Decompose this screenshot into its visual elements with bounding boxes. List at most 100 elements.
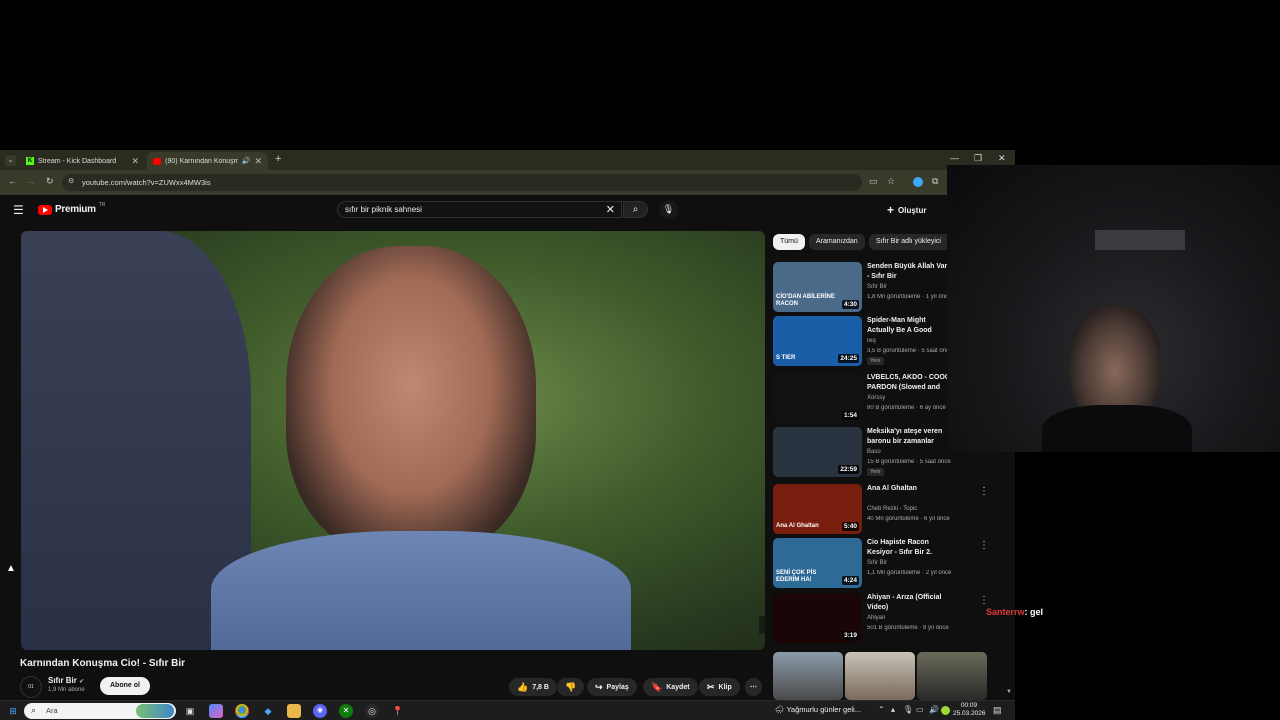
tab-kick[interactable]: K Stream - Kick Dashboard ✕ <box>20 152 145 170</box>
chip-all[interactable]: Tümü <box>773 234 805 250</box>
channel-name[interactable]: Cheb Rezki - Topic <box>867 506 917 512</box>
speaker-icon[interactable]: 🔊 <box>242 157 251 165</box>
subscribe-button[interactable]: Abone ol <box>100 677 150 695</box>
video-thumbnail[interactable]: CİO'DAN ABİLERİNE RACON 4:30 <box>773 262 862 312</box>
chrome-icon[interactable] <box>235 704 249 718</box>
microphone-icon[interactable]: 🎙 <box>659 200 678 219</box>
channel-name[interactable]: Sıfır Bir <box>867 284 887 290</box>
cast-icon[interactable]: ▭ <box>869 176 878 187</box>
video-meta: 15 B görüntüleme · 5 saat önce <box>867 459 951 465</box>
chip-from-search[interactable]: Aramanızdan <box>809 234 865 250</box>
video-frame-person-head <box>286 246 536 556</box>
tab-search-icon[interactable]: ⌄ <box>5 155 16 166</box>
tab-close-icon[interactable]: ✕ <box>131 156 139 167</box>
clock[interactable]: 00:09 25.03.2026 <box>953 702 986 718</box>
scroll-down-arrow-icon[interactable]: ▼ <box>1006 689 1012 695</box>
file-explorer-icon[interactable] <box>287 704 301 718</box>
short-thumbnail[interactable] <box>917 652 987 700</box>
recommendation-item[interactable]: Ana Al Ghaltan 5:40 Ana Al Ghaltan Cheb Rez… <box>773 484 993 534</box>
tray-icon[interactable]: ▴ <box>891 705 895 714</box>
channel-name[interactable]: Ahiyan <box>867 615 885 621</box>
more-actions-button[interactable]: ⋯ <box>745 678 762 696</box>
new-tab-button[interactable]: + <box>275 153 281 165</box>
video-meta: 3,5 B görüntüleme · 5 saat önce <box>867 348 952 354</box>
maximize-button[interactable]: ❐ <box>974 153 982 164</box>
video-title[interactable]: Ahiyan - Arıza (Official Video) <box>867 593 951 613</box>
close-window-button[interactable]: ✕ <box>998 153 1006 164</box>
app-icon[interactable]: ◆ <box>261 704 275 718</box>
channel-name[interactable]: Xorssy <box>867 395 885 401</box>
video-duration: 1:54 <box>841 411 859 420</box>
video-thumbnail[interactable]: S TIER 24:25 <box>773 316 862 366</box>
video-title[interactable]: Cio Hapiste Racon Kesiyor - Sıfır Bir 2.… <box>867 538 951 558</box>
video-title[interactable]: Spider-Man Might Actually Be A Good Dive… <box>867 316 951 336</box>
clock-date: 25.03.2026 <box>953 710 986 717</box>
minimize-button[interactable]: — <box>950 153 959 163</box>
hamburger-menu-icon[interactable]: ☰ <box>13 203 24 217</box>
chip-uploader[interactable]: Sıfır Bir adlı yükleyici <box>869 234 947 250</box>
clip-button[interactable]: ✂ Klip <box>699 678 740 696</box>
steam-icon[interactable]: ◎ <box>365 704 379 718</box>
more-options-icon[interactable]: ⋮ <box>979 540 989 551</box>
reload-icon[interactable]: ↻ <box>46 176 54 187</box>
clear-search-icon[interactable]: ✕ <box>606 203 615 216</box>
search-input[interactable]: sıfır bir piknik sahnesi ✕ <box>337 201 622 218</box>
new-badge: Yeni <box>867 468 884 476</box>
save-button[interactable]: 🔖 Kaydet <box>643 678 698 696</box>
video-title[interactable]: Meksika'yı ateşe veren baronu bir zamanl… <box>867 427 951 447</box>
create-button[interactable]: + Oluştur <box>887 203 926 217</box>
windows-start-icon[interactable]: ⊞ <box>6 704 20 718</box>
discord-icon[interactable]: ◉ <box>313 704 327 718</box>
video-thumbnail[interactable]: SENİ ÇOK PİS EDERİM HA! 4:24 <box>773 538 862 588</box>
forward-icon[interactable]: → <box>27 176 36 186</box>
notifications-icon[interactable]: ▤ <box>993 705 1002 716</box>
like-button[interactable]: 👍 7,8 B <box>509 678 557 696</box>
microphone-tray-icon[interactable]: 🎙 <box>903 705 913 714</box>
network-icon[interactable]: ▭ <box>916 705 924 714</box>
url-field[interactable]: ⚙ youtube.com/watch?v=ZUWxx4MW3is <box>62 174 862 191</box>
bookmark-star-icon[interactable]: ☆ <box>887 176 895 187</box>
video-thumbnail[interactable]: 3:19 <box>773 593 862 643</box>
channel-name[interactable]: Sıfır Bir <box>867 560 887 566</box>
extensions-puzzle-icon[interactable]: ⧉ <box>932 176 938 187</box>
tab-close-icon[interactable]: ✕ <box>254 156 262 167</box>
scissors-icon: ✂ <box>707 681 715 692</box>
channel-name[interactable]: Baso <box>867 449 881 455</box>
plus-icon: + <box>887 203 895 217</box>
video-player[interactable]: ▦ <box>21 231 765 650</box>
tray-chevron-icon[interactable]: ⌃ <box>878 705 885 714</box>
channel-name[interactable]: req <box>867 338 876 344</box>
more-options-icon[interactable]: ⋮ <box>979 486 989 497</box>
video-title[interactable]: LVBELC5, AKDO - COOO PARDON (Slowed and … <box>867 373 951 393</box>
share-button[interactable]: ↪ Paylaş <box>587 678 637 696</box>
channel-name[interactable]: Sıfır Bir ✔ <box>48 676 84 685</box>
tab-youtube[interactable]: (90) Karnından Konuşma C 🔊 ✕ <box>147 152 268 170</box>
task-view-icon[interactable]: ▣ <box>183 704 197 718</box>
youtube-logo[interactable]: Premium TR <box>38 202 105 215</box>
recommendation-item[interactable]: SENİ ÇOK PİS EDERİM HA! 4:24 Cio Hapiste R… <box>773 538 993 588</box>
weather-widget[interactable]: 🌧 Yağmurlu günler geli... <box>775 705 861 714</box>
tab-bar: ⌄ K Stream - Kick Dashboard ✕ (90) Karnı… <box>0 150 1015 170</box>
map-pin-app-icon[interactable]: 📍 <box>391 704 405 718</box>
taskbar-search[interactable]: ⌕ Ara <box>24 703 176 719</box>
video-title[interactable]: Senden Büyük Allah Var - Sıfır Bir <box>867 262 951 282</box>
volume-icon[interactable]: 🔊 <box>929 705 939 714</box>
xbox-icon[interactable]: ✕ <box>339 704 353 718</box>
dislike-button[interactable]: 👎 <box>557 678 585 696</box>
video-thumbnail[interactable]: 22:59 <box>773 427 862 477</box>
back-icon[interactable]: ← <box>8 176 17 186</box>
status-icon[interactable] <box>941 706 950 715</box>
short-thumbnail[interactable] <box>845 652 915 700</box>
more-options-icon[interactable]: ⋮ <box>979 595 989 606</box>
webcam-person-body <box>1042 405 1192 452</box>
video-thumbnail[interactable]: 1:54 <box>773 373 862 423</box>
search-button[interactable]: ⌕ <box>623 201 648 218</box>
channel-avatar[interactable]: 01 <box>20 676 42 698</box>
extension-icon[interactable] <box>913 177 923 187</box>
copilot-icon[interactable] <box>209 704 223 718</box>
short-thumbnail[interactable] <box>773 652 843 700</box>
video-title[interactable]: Ana Al Ghaltan <box>867 484 951 504</box>
site-info-icon[interactable]: ⚙ <box>68 177 74 185</box>
recommendation-item[interactable]: 3:19 Ahiyan - Arıza (Official Video) Ahiya… <box>773 593 993 643</box>
video-thumbnail[interactable]: Ana Al Ghaltan 5:40 <box>773 484 862 534</box>
